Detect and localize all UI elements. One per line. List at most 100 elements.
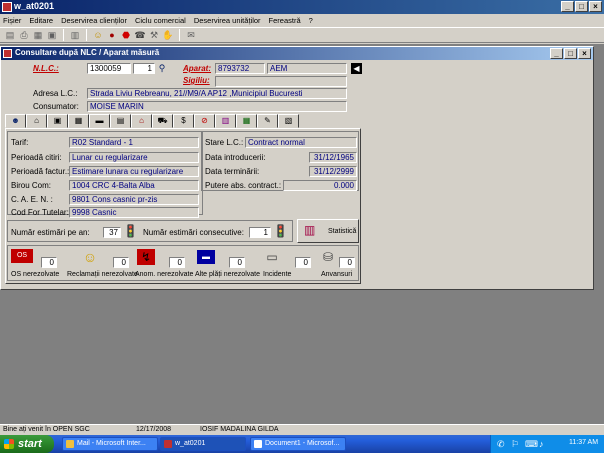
statistica-label: Statistică <box>328 228 357 235</box>
cod-value: 9998 Casnic <box>69 207 199 218</box>
nlc-input[interactable]: 1300059 <box>87 63 131 74</box>
tab-pen[interactable]: ✎ <box>257 114 278 128</box>
tab-document[interactable]: ▤ <box>110 114 131 128</box>
sigiliu-label: Sigiliu: <box>183 76 210 85</box>
card-icon[interactable]: ▬ <box>197 250 215 264</box>
aparat-type: AEM <box>267 63 347 74</box>
nlc-label: N.L.C.: <box>33 64 59 73</box>
data-term-value: 31/12/2999 <box>309 166 357 177</box>
menu-deservirea-unitatilor[interactable]: Deservirea unităților <box>194 14 261 27</box>
smiley-icon[interactable]: ☺ <box>81 249 99 265</box>
stop-icon[interactable]: ⬣ <box>120 29 132 41</box>
nlc-suffix-input[interactable]: 1 <box>133 63 155 74</box>
menu-fisier[interactable]: Fișier <box>3 14 21 27</box>
maximize-button[interactable]: □ <box>575 1 588 12</box>
perioada-citiri-label: Perioadă citiri: <box>11 153 62 162</box>
stare-value: Contract normal <box>245 137 357 148</box>
new-icon[interactable]: ▤ <box>4 29 16 41</box>
data-intro-value: 31/12/1965 <box>309 152 357 163</box>
child-close-button[interactable]: × <box>578 48 591 59</box>
tray-icon[interactable]: ♪ <box>539 439 544 449</box>
phone-icon[interactable]: ☎ <box>134 29 146 41</box>
tab-home[interactable]: ⌂ <box>131 114 152 128</box>
print-icon[interactable]: ⎙ <box>18 29 30 41</box>
task-mail-label: Mail - Microsoft Inter... <box>77 440 146 447</box>
anomaly-icon[interactable]: ↯ <box>137 249 155 265</box>
tab-car[interactable]: ⛟ <box>152 114 173 128</box>
os-icon[interactable]: OS <box>11 249 33 263</box>
avansuri-label: Anvansuri <box>321 271 353 278</box>
start-label: start <box>18 438 42 450</box>
taskbar: start Mail - Microsoft Inter... w_at0201… <box>0 435 604 453</box>
sigiliu-value <box>215 76 347 87</box>
arrow-left-icon[interactable]: ◀ <box>351 63 362 74</box>
status-message: Bine ați venit în OPEN SGC <box>3 426 90 433</box>
app-title-bar: w_at0201 _ □ × <box>0 0 604 14</box>
coins-icon[interactable]: ⛁ <box>321 249 335 265</box>
incident-icon[interactable]: ▭ <box>263 249 281 265</box>
menu-help[interactable]: ? <box>309 14 313 27</box>
start-button[interactable]: start <box>0 435 54 453</box>
menu-deservirea-clientilor[interactable]: Deservirea clienților <box>61 14 127 27</box>
estimari-an-label: Număr estimări pe an: <box>11 228 90 237</box>
caen-value: 9801 Cons casnic pr-zis <box>69 194 199 205</box>
minimize-button[interactable]: _ <box>561 1 574 12</box>
menu-fereastra[interactable]: Fereastră <box>269 14 301 27</box>
tab-card[interactable]: ▬ <box>89 114 110 128</box>
tab-calc[interactable]: ▦ <box>236 114 257 128</box>
menu-editare[interactable]: Editare <box>29 14 53 27</box>
caen-label: C. A. E. N. : <box>11 195 53 204</box>
task-w-at0201[interactable]: w_at0201 <box>160 437 246 451</box>
putere-label: Putere abs. contract.: <box>205 181 282 190</box>
print-preview-icon[interactable]: ▦ <box>32 29 44 41</box>
stare-label: Stare L.C.: <box>205 138 244 147</box>
wrench-icon[interactable]: ⚒ <box>148 29 160 41</box>
save-icon[interactable]: ▣ <box>46 29 58 41</box>
anomalii-label: Anom. nerezolvate <box>135 271 194 278</box>
delete-icon[interactable]: ▥ <box>69 29 81 41</box>
statistics-book-icon: ▥ <box>304 223 316 237</box>
alte-plati-label: Alte plăți nerezolvate <box>195 271 260 278</box>
mail-icon[interactable]: ✉ <box>185 29 197 41</box>
task-mail[interactable]: Mail - Microsoft Inter... <box>62 437 158 451</box>
estimari-cons-value: 1 <box>249 227 271 238</box>
status-user: IOSIF MADALINA GILDA <box>200 426 279 433</box>
os-label: OS nerezolvate <box>11 271 60 278</box>
putere-value: 0.000 <box>283 180 357 191</box>
consumator-value: MOISE MARIN <box>87 101 347 112</box>
tray-icon[interactable]: ⌨ <box>525 439 538 450</box>
tab-prohibited[interactable]: ⊘ <box>194 114 215 128</box>
app-title: w_at0201 <box>14 1 55 11</box>
tray-icon[interactable]: ⚐ <box>511 439 519 450</box>
hand-icon[interactable]: ✋ <box>162 29 174 41</box>
avansuri-count: 0 <box>339 257 355 268</box>
traffic-light-icon: 🚦 <box>273 224 288 238</box>
smiley-icon[interactable]: ☺ <box>92 29 104 41</box>
close-button[interactable]: × <box>589 1 602 12</box>
task-document[interactable]: Document1 - Microsof... <box>250 437 346 451</box>
aparat-label: Aparat: <box>183 64 212 73</box>
app-task-icon <box>164 440 172 448</box>
child-title-bar: Consultare după NLC / Aparat măsură _ □ … <box>1 47 593 60</box>
tab-monitor[interactable]: ▣ <box>47 114 68 128</box>
toolbar: ▤ ⎙ ▦ ▣ ▥ ☺ ● ⬣ ☎ ⚒ ✋ ✉ <box>0 27 604 43</box>
clock: 11:37 AM <box>569 439 599 446</box>
tab-person[interactable]: ☻ <box>5 114 26 128</box>
tab-book[interactable]: ▥ <box>215 114 236 128</box>
tab-report[interactable]: ▧ <box>278 114 299 128</box>
tab-building[interactable]: ⌂ <box>26 114 47 128</box>
reclamatii-label: Reclamații nerezolvate <box>67 271 138 278</box>
consultare-window: Consultare după NLC / Aparat măsură _ □ … <box>0 46 594 290</box>
tab-money[interactable]: $ <box>173 114 194 128</box>
system-tray: ✆ ⚐ ⌨ ♪ 11:37 AM <box>490 435 604 453</box>
child-maximize-button[interactable]: □ <box>564 48 577 59</box>
menu-ciclu-comercial[interactable]: Ciclu comercial <box>135 14 186 27</box>
child-minimize-button[interactable]: _ <box>550 48 563 59</box>
mail-app-icon <box>66 440 74 448</box>
search-icon[interactable]: ⚲ <box>156 62 168 74</box>
task-app-label: w_at0201 <box>175 440 206 447</box>
tab-grid[interactable]: ▦ <box>68 114 89 128</box>
tray-icon[interactable]: ✆ <box>497 439 505 450</box>
statistica-button[interactable]: ▥ Statistică <box>297 219 359 243</box>
bomb-icon[interactable]: ● <box>106 29 118 41</box>
